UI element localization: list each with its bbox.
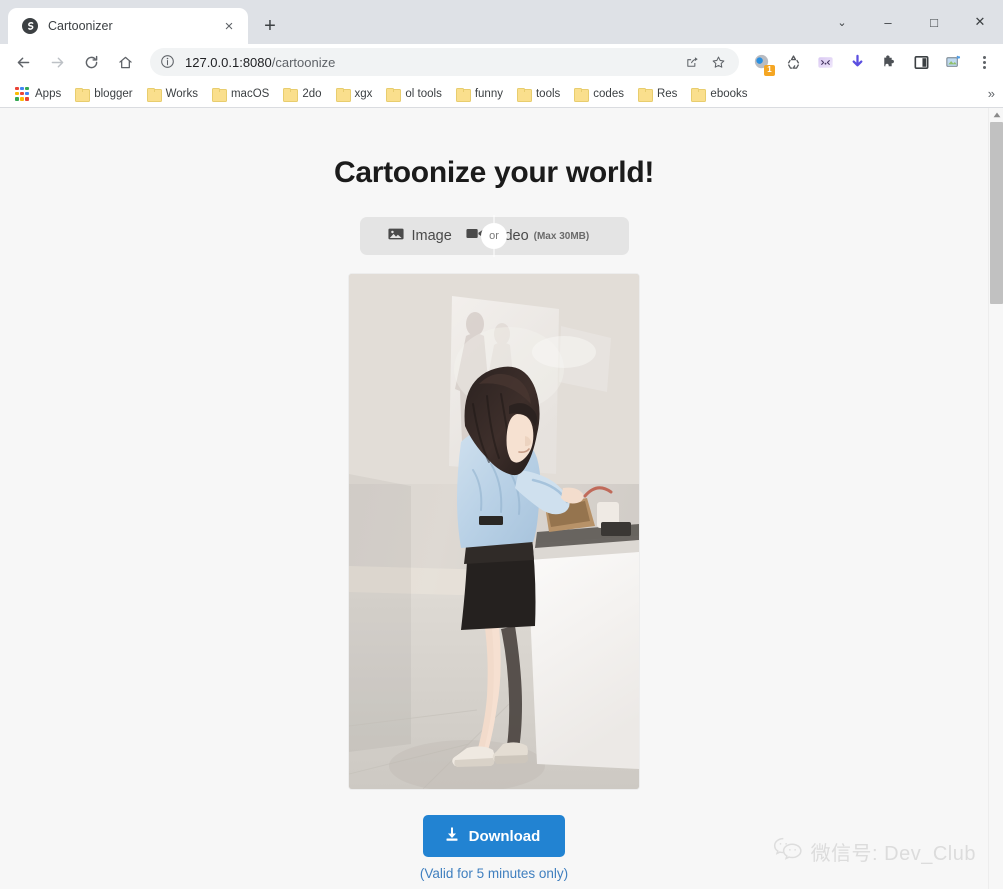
bookmark-ol-tools[interactable]: ol tools	[379, 85, 448, 103]
url-path: /cartoonize	[271, 54, 336, 70]
download-validity-note: (Valid for 5 minutes only)	[419, 866, 569, 881]
bookmark-xgx[interactable]: xgx	[329, 85, 380, 103]
cartoonizer-page: Cartoonize your world! Image or Video (M…	[0, 108, 988, 889]
download-button[interactable]: Download	[422, 815, 566, 857]
extension-toolbar: 1	[745, 49, 997, 76]
bookmark-funny[interactable]: funny	[449, 85, 510, 103]
mode-or-label: or	[481, 223, 507, 249]
back-icon[interactable]	[8, 47, 38, 77]
kawaii-face-extension-icon[interactable]	[812, 49, 838, 75]
scrollbar-thumb[interactable]	[990, 122, 1003, 304]
color-circle-extension-icon[interactable]: 1	[748, 49, 775, 76]
bookmarks-bar: Apps blogger Works macOS 2do xgx ol tool…	[0, 80, 1003, 108]
bookmark-label: Works	[165, 87, 198, 100]
site-info-icon[interactable]	[160, 54, 176, 70]
folder-icon	[283, 87, 299, 102]
browser-menu-button[interactable]	[971, 49, 997, 75]
close-icon[interactable]: ×	[220, 17, 238, 35]
bookmark-macos[interactable]: macOS	[205, 85, 276, 103]
star-icon[interactable]	[707, 51, 729, 73]
bookmark-label: codes	[593, 87, 624, 100]
minimize-button[interactable]: –	[865, 0, 911, 44]
bookmark-label: 2do	[302, 87, 322, 100]
window-close-button[interactable]: ✕	[957, 0, 1003, 44]
mode-option-video[interactable]: Video (Max 30MB)	[452, 217, 589, 255]
bookmark-label: blogger	[94, 87, 133, 100]
download-row: Download (Valid for 5 minutes only)	[0, 815, 988, 881]
bookmark-tools[interactable]: tools	[510, 85, 567, 103]
bookmark-label: Res	[656, 87, 678, 100]
mode-switch: Image or Video (Max 30MB)	[359, 215, 629, 257]
bookmark-works[interactable]: Works	[140, 85, 205, 103]
puzzle-extensions-icon[interactable]	[876, 49, 902, 75]
address-bar[interactable]: 127.0.0.1:8080/cartoonize	[150, 48, 739, 76]
folder-icon	[386, 87, 402, 102]
bookmark-label: funny	[474, 87, 503, 100]
bookmark-blogger[interactable]: blogger	[68, 85, 139, 103]
kebab-dot	[982, 60, 986, 64]
side-panel-icon[interactable]	[908, 49, 934, 75]
share-icon[interactable]	[681, 51, 703, 73]
download-arrow-icon[interactable]	[844, 49, 870, 75]
reload-icon[interactable]	[76, 47, 106, 77]
recycle-extension-icon[interactable]	[780, 49, 806, 75]
result-image-container	[349, 274, 639, 789]
kebab-dot	[982, 55, 986, 59]
browser-toolbar: 127.0.0.1:8080/cartoonize 1	[0, 44, 1003, 80]
folder-icon	[211, 87, 227, 102]
folder-icon	[691, 87, 707, 102]
bookmark-label: xgx	[354, 87, 373, 100]
forward-icon	[42, 47, 72, 77]
scrollbar-up-arrow[interactable]	[989, 108, 1003, 122]
apps-grid-icon	[15, 86, 29, 101]
bookmark-label: tools	[535, 87, 561, 100]
mode-label-image: Image	[411, 228, 452, 244]
folder-icon	[455, 87, 471, 102]
cartoonized-result-image	[349, 274, 639, 789]
page-scrollbar[interactable]	[988, 108, 1003, 889]
globe-favicon	[22, 18, 38, 34]
chevron-down-icon[interactable]: ⌄	[819, 0, 865, 44]
bookmarks-overflow-button[interactable]: »	[988, 86, 995, 101]
folder-icon	[516, 87, 532, 102]
page-viewport: Cartoonize your world! Image or Video (M…	[0, 108, 1003, 889]
window-controls: ⌄ – □ ✕	[819, 0, 1003, 44]
browser-window: Cartoonizer × + ⌄ – □ ✕ 127.0.0.1:8080/c…	[0, 0, 1003, 889]
browser-tab-cartoonizer[interactable]: Cartoonizer ×	[8, 8, 248, 44]
bookmark-ebooks[interactable]: ebooks	[684, 85, 754, 103]
folder-icon	[75, 87, 91, 102]
maximize-button[interactable]: □	[911, 0, 957, 44]
folder-icon	[574, 87, 590, 102]
url-host: 127.0.0.1:8080	[185, 54, 272, 70]
browser-titlebar: Cartoonizer × + ⌄ – □ ✕	[0, 0, 1003, 44]
bookmark-res[interactable]: Res	[631, 85, 684, 103]
page-title: Cartoonize your world!	[333, 156, 655, 189]
url-text[interactable]: 127.0.0.1:8080/cartoonize	[185, 55, 677, 70]
mode-video-hint: (Max 30MB)	[533, 230, 590, 242]
kebab-dot	[982, 65, 986, 69]
folder-icon	[335, 87, 351, 102]
folder-icon	[146, 87, 162, 102]
bookmark-2do[interactable]: 2do	[276, 85, 328, 103]
bookmark-codes[interactable]: codes	[567, 85, 631, 103]
bookmark-label: ol tools	[405, 87, 442, 100]
mode-option-image[interactable]: Image	[360, 217, 452, 255]
bookmark-apps[interactable]: Apps	[8, 84, 68, 104]
tab-title: Cartoonizer	[48, 19, 113, 33]
download-button-label: Download	[468, 827, 541, 845]
folder-icon	[637, 87, 653, 102]
extension-badge-count: 1	[764, 65, 775, 76]
bookmark-label: ebooks	[710, 87, 748, 100]
cast-extension-icon[interactable]	[940, 49, 966, 75]
picture-icon	[387, 227, 404, 246]
new-tab-button[interactable]: +	[256, 12, 284, 40]
home-icon[interactable]	[110, 47, 140, 77]
download-icon	[444, 826, 460, 846]
bookmark-label: macOS	[230, 87, 270, 100]
bookmark-label: Apps	[35, 87, 62, 100]
